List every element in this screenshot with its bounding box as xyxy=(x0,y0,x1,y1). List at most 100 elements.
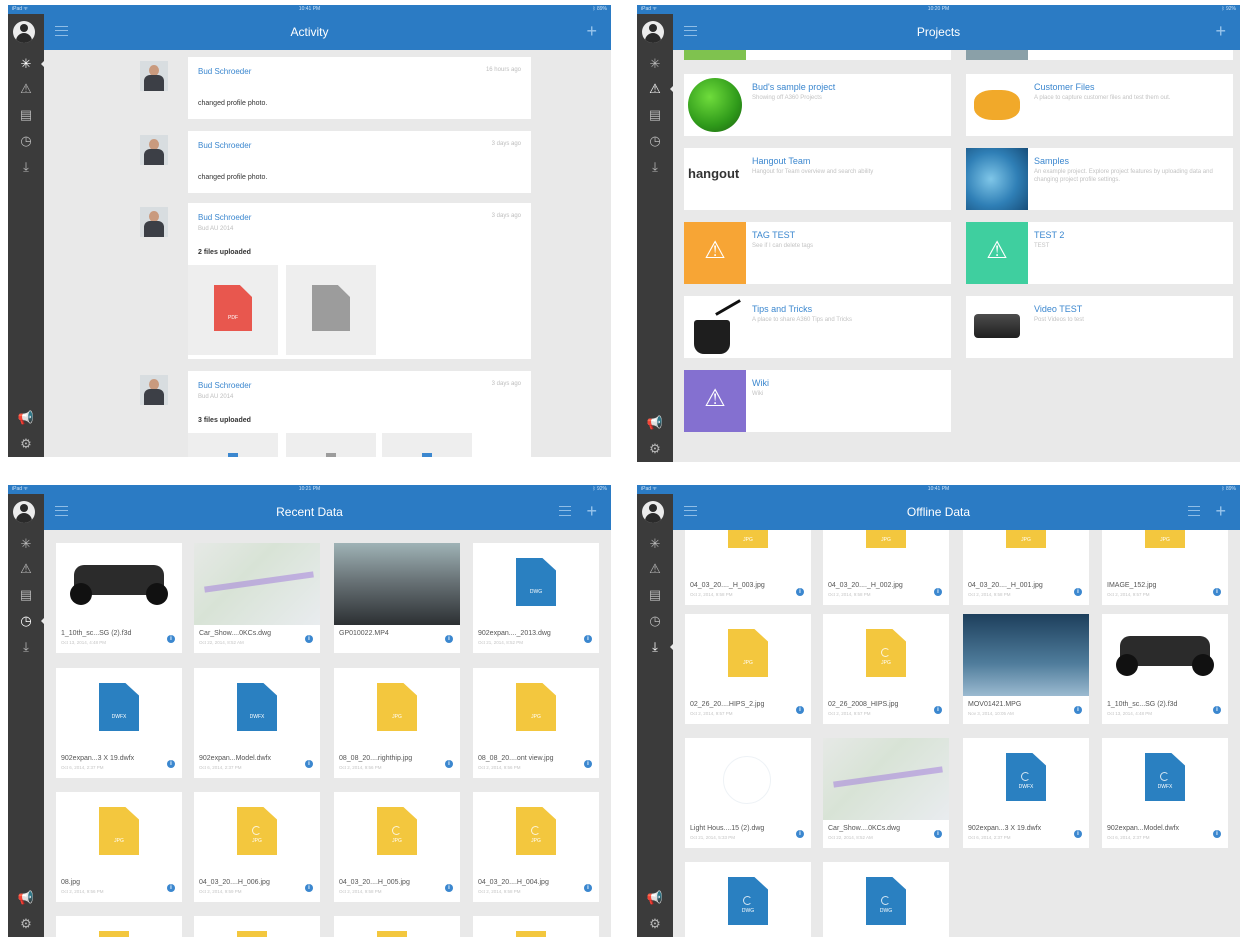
file-tile[interactable]: JPG IMAGE_152.jpg Oct 2, 2014, 9:57 PM i xyxy=(1102,530,1228,605)
project-card[interactable] xyxy=(966,50,1233,60)
info-icon[interactable]: i xyxy=(796,588,804,596)
activity-icon[interactable]: ✳ xyxy=(8,536,44,552)
file-tile[interactable]: JPG 04_03_20....H_006.jpg Oct 2, 2014, 9… xyxy=(194,792,320,902)
project-name[interactable]: Wiki xyxy=(752,378,769,388)
activity-icon[interactable]: ✳ xyxy=(8,56,45,72)
activity-item[interactable]: Bud Schroeder 3 days ago changed profile… xyxy=(188,131,531,193)
data-icon[interactable]: ▤ xyxy=(8,587,44,603)
project-name[interactable]: TEST 2 xyxy=(1034,230,1064,240)
info-icon[interactable]: i xyxy=(1074,830,1082,838)
avatar[interactable] xyxy=(140,135,168,165)
recent-icon[interactable]: ◷ xyxy=(8,133,44,149)
file-tile[interactable] xyxy=(473,916,599,937)
project-name[interactable]: Video TEST xyxy=(1034,304,1082,314)
info-icon[interactable]: i xyxy=(584,760,592,768)
info-icon[interactable]: i xyxy=(1213,588,1221,596)
file-tile[interactable]: Car_Show....0KCs.dwg Oct 22, 2014, 8:52 … xyxy=(823,738,949,848)
file-tile[interactable]: JPG 04_03_20...._H_003.jpg Oct 2, 2014, … xyxy=(685,530,811,605)
file-tile[interactable]: JPG 04_03_20...._H_001.jpg Oct 2, 2014, … xyxy=(963,530,1089,605)
info-icon[interactable]: i xyxy=(796,830,804,838)
project-name[interactable]: Hangout Team xyxy=(752,156,810,166)
project-label[interactable]: Bud AU 2014 xyxy=(198,394,233,400)
file-tile[interactable]: DWG xyxy=(823,862,949,937)
user-name[interactable]: Bud Schroeder xyxy=(198,141,251,150)
user-name[interactable]: Bud Schroeder xyxy=(198,381,251,390)
user-avatar[interactable] xyxy=(13,501,35,523)
user-name[interactable]: Bud Schroeder xyxy=(198,213,251,222)
activity-item[interactable]: Bud Schroeder 16 hours ago changed profi… xyxy=(188,57,531,119)
info-icon[interactable]: i xyxy=(1074,588,1082,596)
data-icon[interactable]: ▤ xyxy=(637,587,673,603)
project-name[interactable]: Samples xyxy=(1034,156,1069,166)
project-card[interactable]: ⚠ TEST 2 TEST xyxy=(966,222,1233,284)
announcements-icon[interactable]: 📢 xyxy=(8,890,44,906)
offline-icon[interactable]: ⤓ xyxy=(8,159,44,175)
file-tile[interactable]: DWG xyxy=(685,862,811,937)
file-tile[interactable]: DWFX 902expan...3 X 19.dwfx Oct 6, 2014,… xyxy=(56,668,182,778)
file-thumbnail[interactable] xyxy=(382,433,472,457)
project-card[interactable]: ⚠ Wiki Wiki xyxy=(684,370,951,432)
project-card[interactable]: Samples An example project. Explore proj… xyxy=(966,148,1233,210)
info-icon[interactable]: i xyxy=(584,635,592,643)
settings-icon[interactable]: ⚙ xyxy=(637,916,673,932)
file-tile[interactable]: JPG 04_03_20....H_005.jpg Oct 2, 2014, 9… xyxy=(334,792,460,902)
file-tile[interactable]: 1_10th_sc...SG (2).f3d Oct 13, 2014, 4:4… xyxy=(56,543,182,653)
project-name[interactable]: Customer Files xyxy=(1034,82,1095,92)
user-avatar[interactable] xyxy=(13,21,35,43)
offline-icon[interactable]: ⤓ xyxy=(8,639,44,655)
project-card[interactable]: Customer Files A place to capture custom… xyxy=(966,74,1233,136)
projects-icon[interactable]: ⚠ xyxy=(637,561,673,577)
activity-item[interactable]: Bud Schroeder 3 days ago Bud AU 2014 3 f… xyxy=(188,371,531,457)
info-icon[interactable]: i xyxy=(305,884,313,892)
info-icon[interactable]: i xyxy=(1213,830,1221,838)
announcements-icon[interactable]: 📢 xyxy=(8,410,44,426)
info-icon[interactable]: i xyxy=(445,884,453,892)
offline-icon[interactable]: ⤓ xyxy=(637,639,674,655)
user-avatar[interactable] xyxy=(642,501,664,523)
projects-icon[interactable]: ⚠ xyxy=(8,561,44,577)
data-icon[interactable]: ▤ xyxy=(8,107,44,123)
file-tile[interactable]: DWFX 902expan...Model.dwfx Oct 6, 2014, … xyxy=(1102,738,1228,848)
file-thumbnail[interactable] xyxy=(286,433,376,457)
file-tile[interactable]: JPG 02_26_2008_HIPS.jpg Oct 2, 2014, 9:5… xyxy=(823,614,949,724)
announcements-icon[interactable]: 📢 xyxy=(637,890,673,906)
data-icon[interactable]: ▤ xyxy=(637,107,673,123)
info-icon[interactable]: i xyxy=(167,635,175,643)
file-tile[interactable] xyxy=(56,916,182,937)
info-icon[interactable]: i xyxy=(167,760,175,768)
info-icon[interactable]: i xyxy=(1213,706,1221,714)
offline-icon[interactable]: ⤓ xyxy=(637,159,673,175)
info-icon[interactable]: i xyxy=(445,760,453,768)
add-icon[interactable]: + xyxy=(586,20,597,42)
file-tile[interactable]: 1_10th_sc...SG (2).f3d Oct 13, 2014, 4:4… xyxy=(1102,614,1228,724)
list-view-icon[interactable] xyxy=(559,506,571,516)
info-icon[interactable]: i xyxy=(934,588,942,596)
project-card[interactable] xyxy=(684,50,951,60)
info-icon[interactable]: i xyxy=(934,706,942,714)
file-tile[interactable]: Car_Show....0KCs.dwg Oct 22, 2014, 8:52 … xyxy=(194,543,320,653)
file-tile[interactable]: JPG 08.jpg Oct 2, 2014, 9:56 PM i xyxy=(56,792,182,902)
file-thumbnail[interactable] xyxy=(286,265,376,355)
settings-icon[interactable]: ⚙ xyxy=(8,436,44,452)
user-avatar[interactable] xyxy=(642,21,664,43)
announcements-icon[interactable]: 📢 xyxy=(637,415,673,431)
file-tile[interactable] xyxy=(334,916,460,937)
projects-icon[interactable]: ⚠ xyxy=(637,81,674,97)
projects-icon[interactable]: ⚠ xyxy=(8,81,44,97)
file-tile[interactable]: DWFX 902expan...Model.dwfx Oct 6, 2014, … xyxy=(194,668,320,778)
info-icon[interactable]: i xyxy=(934,830,942,838)
project-name[interactable]: Tips and Tricks xyxy=(752,304,812,314)
file-tile[interactable]: JPG 04_03_20...._H_002.jpg Oct 2, 2014, … xyxy=(823,530,949,605)
file-tile[interactable]: MOV01421.MPG Nov 3, 2014, 10:05 AM i xyxy=(963,614,1089,724)
file-tile[interactable]: JPG 02_26_20....HIPS_2.jpg Oct 2, 2014, … xyxy=(685,614,811,724)
recent-icon[interactable]: ◷ xyxy=(637,133,673,149)
file-thumbnail[interactable]: PDF xyxy=(188,265,278,355)
project-label[interactable]: Bud AU 2014 xyxy=(198,226,233,232)
activity-icon[interactable]: ✳ xyxy=(637,56,673,72)
project-card[interactable]: ⚠ TAG TEST See if I can delete tags xyxy=(684,222,951,284)
avatar[interactable] xyxy=(140,61,168,91)
settings-icon[interactable]: ⚙ xyxy=(8,916,44,932)
info-icon[interactable]: i xyxy=(445,635,453,643)
file-tile[interactable]: JPG 04_03_20....H_004.jpg Oct 2, 2014, 9… xyxy=(473,792,599,902)
activity-icon[interactable]: ✳ xyxy=(637,536,673,552)
